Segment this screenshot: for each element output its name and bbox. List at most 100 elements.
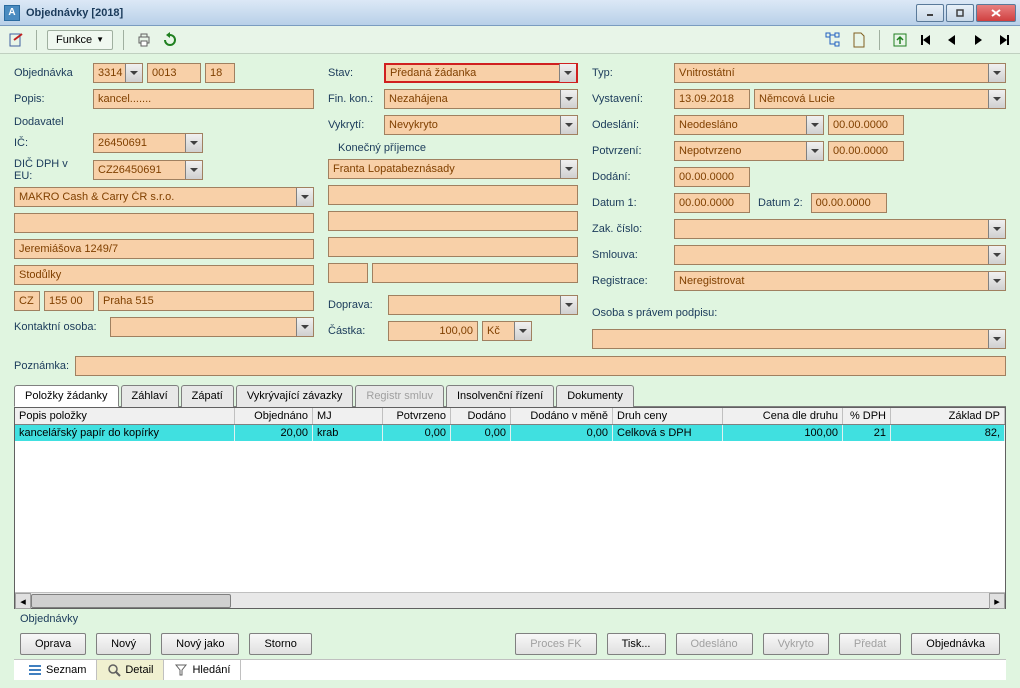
datum2-field[interactable]	[811, 193, 887, 213]
dicdph-field[interactable]	[93, 160, 203, 180]
chevron-down-icon[interactable]	[806, 116, 823, 134]
novy-jako-button[interactable]: Nový jako	[161, 633, 239, 655]
viewtab-seznam[interactable]: Seznam	[18, 660, 97, 680]
col-zaklad[interactable]: Základ DP	[891, 408, 1005, 424]
popis-field[interactable]	[93, 89, 314, 109]
kontakt-field[interactable]	[110, 317, 314, 337]
adresa1-field[interactable]	[14, 239, 314, 259]
tab-vykryvajici[interactable]: Vykrývající závazky	[236, 385, 354, 407]
nav-last-icon[interactable]	[994, 30, 1014, 50]
konecny-line2-field[interactable]	[328, 185, 578, 205]
col-objednano[interactable]: Objednáno	[235, 408, 313, 424]
storno-button[interactable]: Storno	[249, 633, 311, 655]
refresh-icon[interactable]	[160, 30, 180, 50]
stav-dropdown[interactable]	[384, 63, 578, 83]
chevron-down-icon[interactable]	[560, 160, 577, 178]
grid-body[interactable]: kancelářský papír do kopírky 20,00 krab …	[15, 425, 1005, 592]
chevron-down-icon[interactable]	[560, 296, 577, 314]
chevron-down-icon[interactable]	[988, 64, 1005, 82]
col-cena[interactable]: Cena dle druhu	[723, 408, 843, 424]
toolbar-exit-icon[interactable]	[6, 30, 26, 50]
tab-zahlavi[interactable]: Záhlaví	[121, 385, 179, 407]
ic-field[interactable]	[93, 133, 203, 153]
dodani-date-field[interactable]	[674, 167, 750, 187]
minimize-button[interactable]	[916, 4, 944, 22]
konecny-name-field[interactable]	[328, 159, 578, 179]
chevron-down-icon[interactable]	[296, 318, 313, 336]
konecny-line3-field[interactable]	[328, 211, 578, 231]
export-icon[interactable]	[890, 30, 910, 50]
osoba-podpis-dropdown[interactable]	[592, 329, 1006, 349]
col-dodano-mene[interactable]: Dodáno v měně	[511, 408, 613, 424]
chevron-down-icon[interactable]	[806, 142, 823, 160]
nav-next-icon[interactable]	[968, 30, 988, 50]
tree-icon[interactable]	[823, 30, 843, 50]
poznamka-field[interactable]	[75, 356, 1006, 376]
close-button[interactable]	[976, 4, 1016, 22]
datum1-field[interactable]	[674, 193, 750, 213]
potvrzeni-date-field[interactable]	[828, 141, 904, 161]
col-potvrzeno[interactable]: Potvrzeno	[383, 408, 451, 424]
chevron-down-icon[interactable]	[185, 134, 202, 152]
vystaveni-osoba-dropdown[interactable]	[754, 89, 1006, 109]
chevron-down-icon[interactable]	[560, 90, 577, 108]
odeslani-dropdown[interactable]	[674, 115, 824, 135]
col-mj[interactable]: MJ	[313, 408, 383, 424]
nav-first-icon[interactable]	[916, 30, 936, 50]
objednavka-field-b[interactable]	[147, 63, 201, 83]
chevron-down-icon[interactable]	[988, 330, 1005, 348]
tab-polozky[interactable]: Položky žádanky	[14, 385, 119, 407]
finkon-dropdown[interactable]	[384, 89, 578, 109]
objednavka-field-c[interactable]	[205, 63, 235, 83]
dodavatel-name-field[interactable]	[14, 187, 314, 207]
doprava-dropdown[interactable]	[388, 295, 578, 315]
mesto-field[interactable]	[98, 291, 314, 311]
tab-zapati[interactable]: Zápatí	[181, 385, 234, 407]
viewtab-hledani[interactable]: Hledání	[164, 660, 241, 680]
adresa2-field[interactable]	[14, 265, 314, 285]
chevron-down-icon[interactable]	[560, 116, 577, 134]
horizontal-scrollbar[interactable]: ◂ ▸	[15, 592, 1005, 608]
chevron-down-icon[interactable]	[125, 64, 142, 82]
nav-prev-icon[interactable]	[942, 30, 962, 50]
konecny-line4-field[interactable]	[328, 237, 578, 257]
objednavka-button[interactable]: Objednávka	[911, 633, 1000, 655]
viewtab-detail[interactable]: Detail	[97, 660, 164, 680]
psc-field[interactable]	[44, 291, 94, 311]
chevron-down-icon[interactable]	[185, 161, 202, 179]
chevron-down-icon[interactable]	[988, 272, 1005, 290]
vystaveni-date-field[interactable]	[674, 89, 750, 109]
registrace-dropdown[interactable]	[674, 271, 1006, 291]
typ-dropdown[interactable]	[674, 63, 1006, 83]
tab-insolvence[interactable]: Insolvenční řízení	[446, 385, 554, 407]
castka-field[interactable]	[388, 321, 478, 341]
document-icon[interactable]	[849, 30, 869, 50]
novy-button[interactable]: Nový	[96, 633, 151, 655]
scroll-left-icon[interactable]: ◂	[15, 593, 31, 609]
scroll-thumb[interactable]	[31, 594, 231, 608]
scroll-right-icon[interactable]: ▸	[989, 593, 1005, 609]
zeme-field[interactable]	[14, 291, 40, 311]
oprava-button[interactable]: Oprava	[20, 633, 86, 655]
chevron-down-icon[interactable]	[988, 90, 1005, 108]
col-druh[interactable]: Druh ceny	[613, 408, 723, 424]
smlouva-dropdown[interactable]	[674, 245, 1006, 265]
castka-mena-dropdown[interactable]	[482, 321, 532, 341]
chevron-down-icon[interactable]	[988, 220, 1005, 238]
chevron-down-icon[interactable]	[296, 188, 313, 206]
chevron-down-icon[interactable]	[559, 64, 576, 82]
tisk-button[interactable]: Tisk...	[607, 633, 666, 655]
vykryti-dropdown[interactable]	[384, 115, 578, 135]
potvrzeni-dropdown[interactable]	[674, 141, 824, 161]
chevron-down-icon[interactable]	[514, 322, 531, 340]
zakcislo-dropdown[interactable]	[674, 219, 1006, 239]
col-dodano[interactable]: Dodáno	[451, 408, 511, 424]
chevron-down-icon[interactable]	[988, 246, 1005, 264]
konecny-zeme-field[interactable]	[328, 263, 368, 283]
funkce-dropdown[interactable]: Funkce ▼	[47, 30, 113, 50]
maximize-button[interactable]	[946, 4, 974, 22]
tab-dokumenty[interactable]: Dokumenty	[556, 385, 634, 407]
col-popis[interactable]: Popis položky	[15, 408, 235, 424]
dodavatel-line2-field[interactable]	[14, 213, 314, 233]
konecny-rest-field[interactable]	[372, 263, 578, 283]
